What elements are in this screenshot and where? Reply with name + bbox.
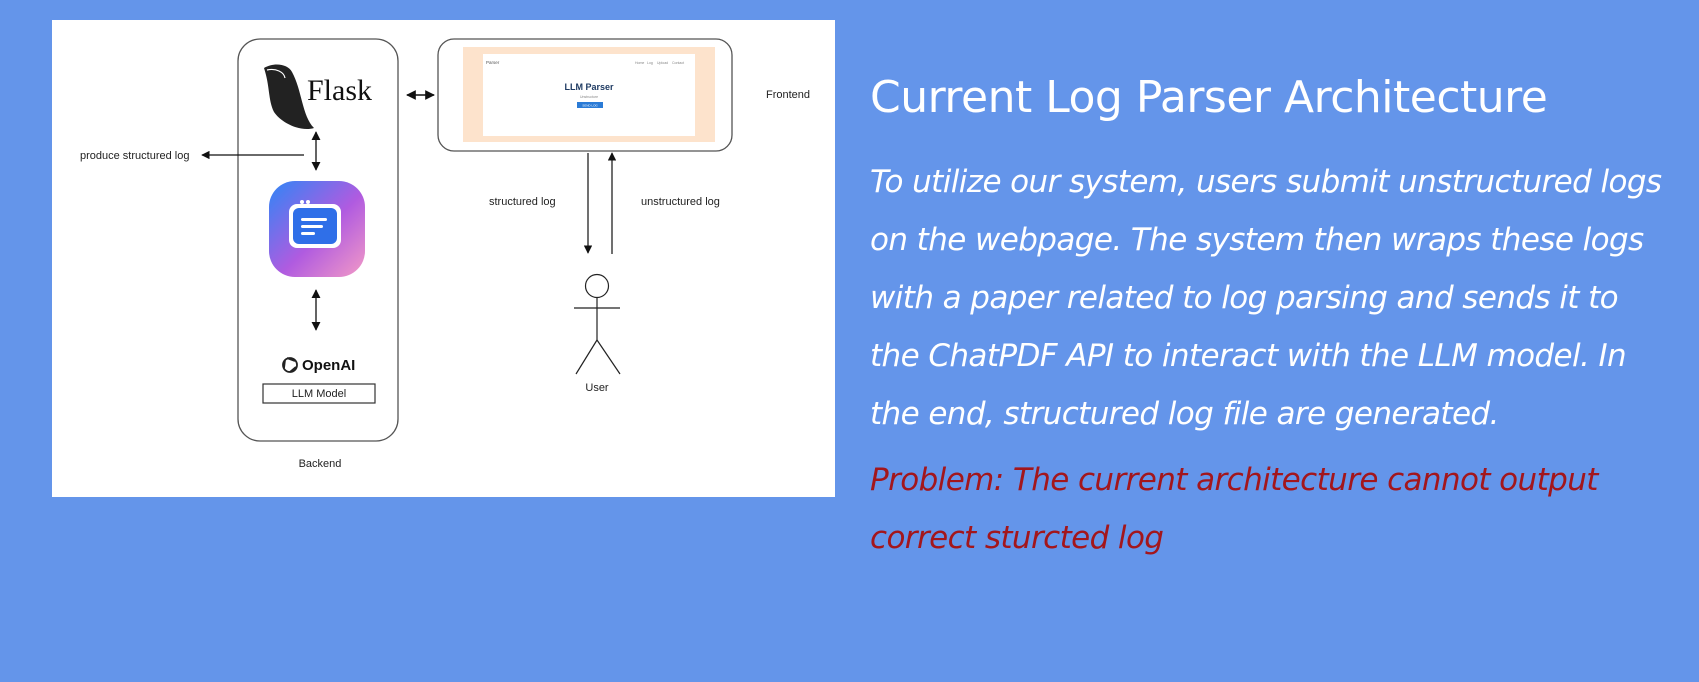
problem-statement: Problem: The current architecture cannot… [870,461,1598,556]
frontend-label: Frontend [766,89,810,101]
chat-api-icon [269,181,365,277]
preview-nav-3: Upload [657,61,668,65]
produce-structured-log-label: produce structured log [80,150,189,162]
openai-logo: OpenAI [282,357,355,374]
openai-knot-icon [282,357,298,373]
preview-subtitle: Unstructure [580,95,598,99]
flask-logo-text: Flask [307,74,372,107]
preview-title: LLM Parser [564,82,614,92]
preview-button-label: SEND LOG [582,104,598,108]
preview-nav-2: Log [647,61,653,65]
user-icon [574,273,621,375]
unstructured-log-label: unstructured log [641,196,720,208]
architecture-diagram: Backend Flask produce structured log Ope… [52,20,835,497]
slide-body-text: To utilize our system, users submit unst… [870,163,1662,432]
backend-label: Backend [299,458,342,470]
slide-title: Current Log Parser Architecture [870,72,1548,123]
flask-logo: Flask [264,64,372,130]
user-label: User [585,382,609,394]
llm-model-label: LLM Model [292,388,346,400]
slide-text: Current Log Parser Architecture To utili… [870,72,1670,567]
preview-nav-4: Contact [672,61,684,65]
preview-brand: Parser [486,60,500,65]
preview-nav-1: Home [635,61,644,65]
openai-logo-text: OpenAI [302,357,355,374]
structured-log-label: structured log [489,196,556,208]
